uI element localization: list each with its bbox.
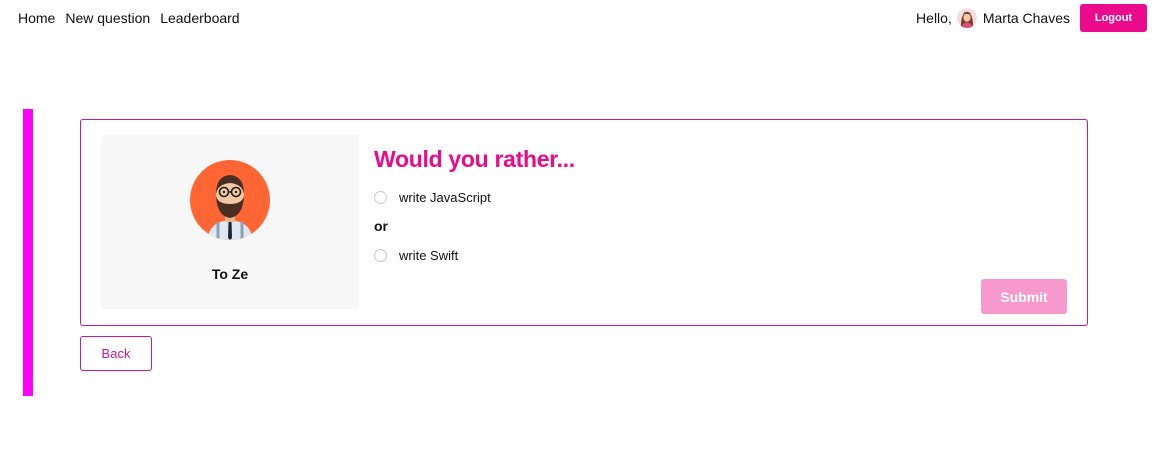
nav-new-question-link[interactable]: New question xyxy=(65,10,150,26)
bearded-man-avatar-icon xyxy=(190,160,270,240)
or-separator: or xyxy=(374,218,388,234)
question-title: Would you rather... xyxy=(374,146,575,172)
submit-button[interactable]: Submit xyxy=(981,279,1067,314)
option-one-label: write JavaScript xyxy=(399,190,491,205)
user-avatar-woman-icon xyxy=(956,8,977,28)
option-one[interactable]: write JavaScript xyxy=(374,190,491,205)
greeting-text: Hello, xyxy=(916,10,952,26)
user-name: Marta Chaves xyxy=(982,10,1070,26)
question-card: To Ze Would you rather... write JavaScri… xyxy=(80,119,1088,326)
user-area: Hello, Marta Chaves Logout xyxy=(916,4,1147,32)
author-panel: To Ze xyxy=(101,135,359,309)
accent-bar xyxy=(23,109,33,396)
option-two-radio[interactable] xyxy=(374,249,387,262)
nav-leaderboard-link[interactable]: Leaderboard xyxy=(160,10,239,26)
option-two[interactable]: write Swift xyxy=(374,248,458,263)
logout-button[interactable]: Logout xyxy=(1080,4,1147,32)
main-nav: Home New question Leaderboard xyxy=(18,10,240,26)
back-button[interactable]: Back xyxy=(80,336,152,371)
author-name: To Ze xyxy=(211,266,249,282)
nav-home-link[interactable]: Home xyxy=(18,10,55,26)
option-two-label: write Swift xyxy=(399,248,459,263)
option-one-radio[interactable] xyxy=(374,191,387,204)
top-navigation-bar: Home New question Leaderboard Hello, Mar… xyxy=(0,0,1166,36)
